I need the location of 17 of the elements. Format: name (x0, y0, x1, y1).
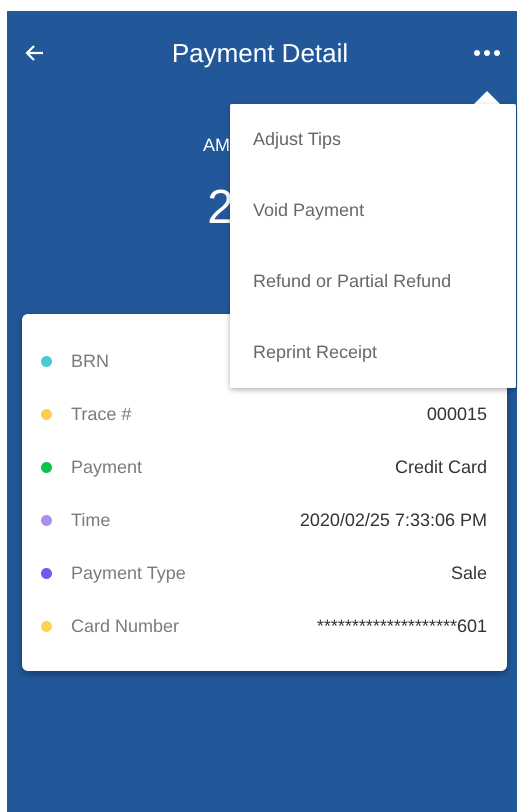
more-options-icon[interactable] (473, 49, 501, 57)
menu-item[interactable]: Adjust Tips (230, 104, 516, 175)
detail-label: Payment (71, 457, 142, 478)
detail-value: Credit Card (394, 457, 487, 478)
screen-title: Payment Detail (172, 38, 348, 68)
detail-label: Time (71, 510, 110, 531)
amount-label: AM (203, 135, 230, 156)
detail-label: Trace # (71, 404, 132, 425)
detail-label: Card Number (71, 616, 180, 637)
menu-item[interactable]: Reprint Receipt (230, 317, 516, 388)
detail-label: BRN (71, 351, 110, 372)
detail-label: Payment Type (71, 563, 186, 584)
detail-value: 2020/02/25 7:33:06 PM (300, 510, 487, 531)
detail-value: ********************601 (316, 616, 487, 637)
menu-item[interactable]: Refund or Partial Refund (230, 246, 516, 317)
detail-value: 000015 (426, 404, 487, 425)
detail-value: Sale (450, 563, 487, 584)
